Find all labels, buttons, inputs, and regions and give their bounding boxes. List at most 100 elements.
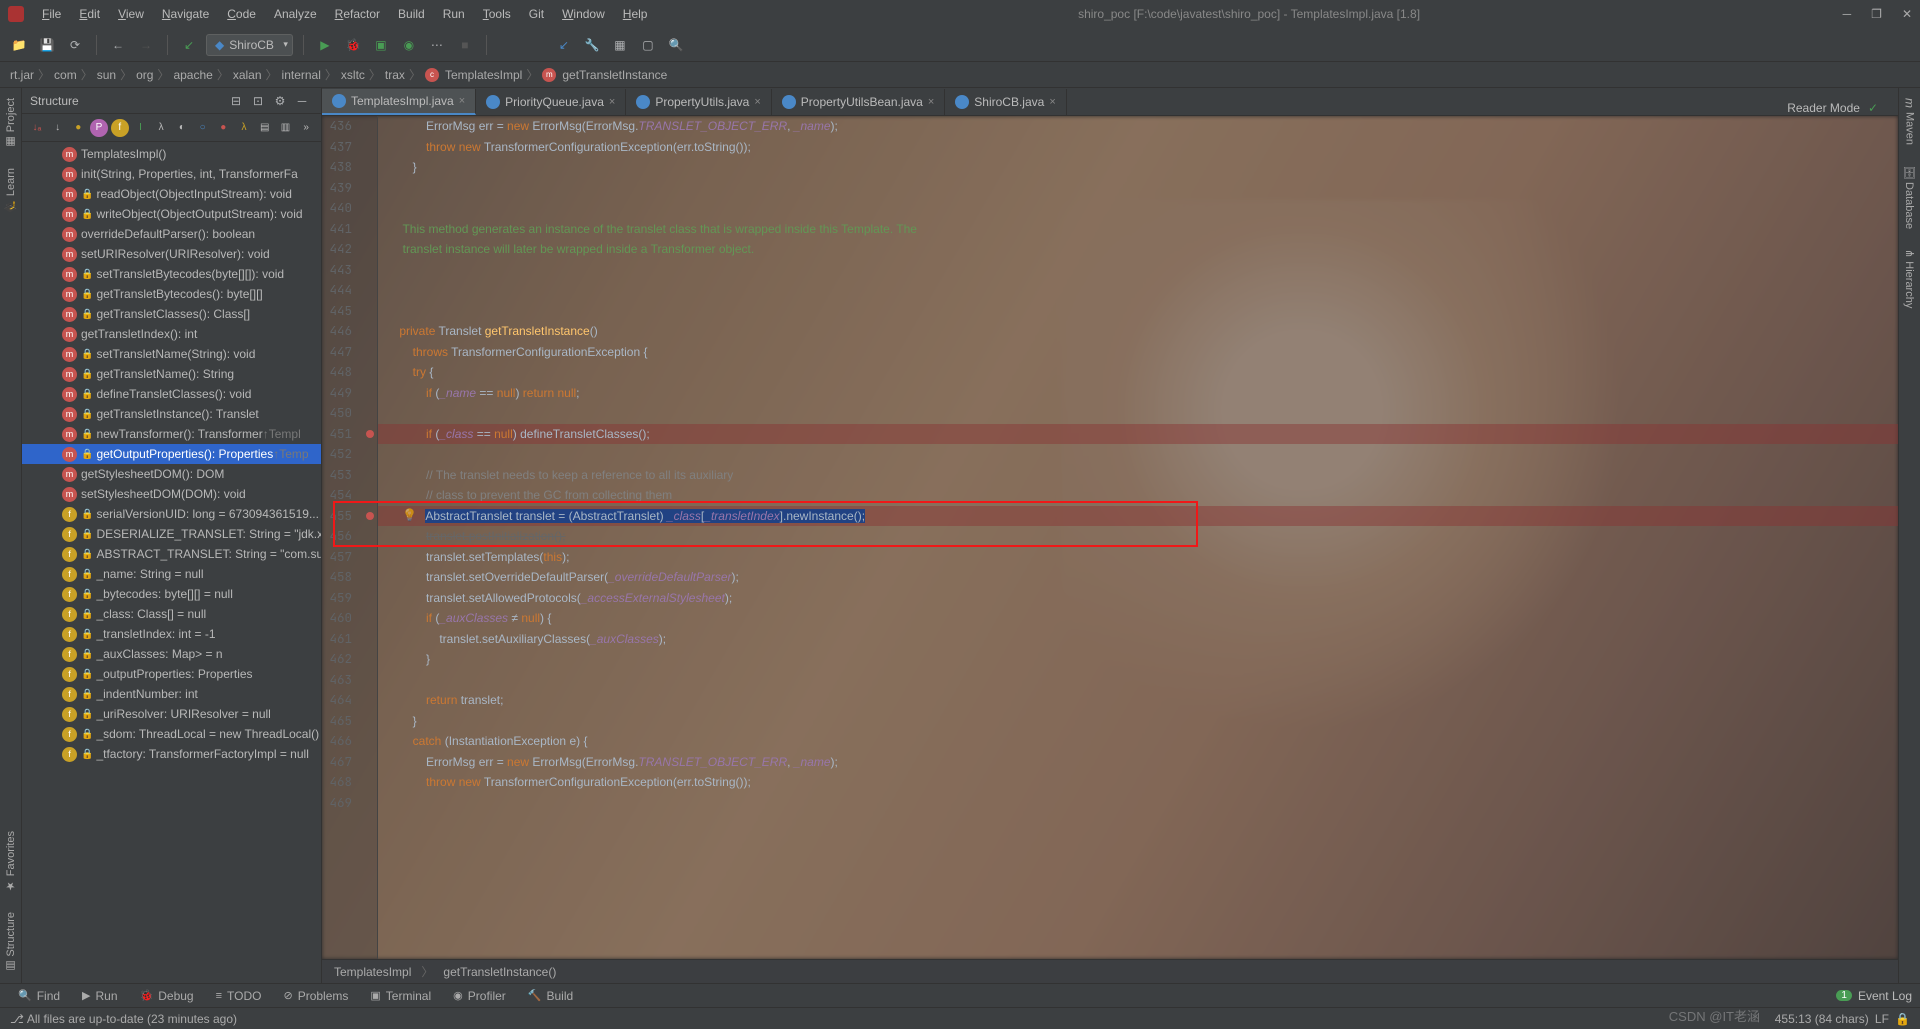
tree-item[interactable]: f🔒_name: String = null xyxy=(22,564,321,584)
close-icon[interactable]: ✕ xyxy=(1902,7,1912,21)
attach-icon[interactable]: ⋯ xyxy=(426,34,448,56)
menu-file[interactable]: File xyxy=(34,3,69,25)
crumb[interactable]: xsltc xyxy=(341,68,365,82)
tree-item[interactable]: f🔒_transletIndex: int = -1 xyxy=(22,624,321,644)
notif-badge[interactable]: 1 xyxy=(1836,990,1852,1001)
t2-icon[interactable]: ● xyxy=(214,119,232,137)
crumb[interactable]: rt.jar xyxy=(10,68,34,82)
crumb[interactable]: getTransletInstance xyxy=(562,68,667,82)
tree-item[interactable]: m🔒readObject(ObjectInputStream): void xyxy=(22,184,321,204)
bt-terminal[interactable]: ▣ Terminal xyxy=(360,985,441,1007)
bt-todo[interactable]: ≡ TODO xyxy=(206,985,272,1007)
menu-analyze[interactable]: Analyze xyxy=(266,3,325,25)
tree-item[interactable]: msetStylesheetDOM(DOM): void xyxy=(22,484,321,504)
menu-code[interactable]: Code xyxy=(219,3,264,25)
reader-mode-label[interactable]: Reader Mode xyxy=(1787,101,1860,115)
p-icon[interactable]: P xyxy=(90,119,108,137)
bt-find[interactable]: 🔍 Find xyxy=(8,985,70,1007)
tree-item[interactable]: m🔒newTransformer(): Transformer ↑Templ xyxy=(22,424,321,444)
tree-item[interactable]: m🔒setTransletBytecodes(byte[][]): void xyxy=(22,264,321,284)
menu-refactor[interactable]: Refactor xyxy=(327,3,388,25)
tree-item[interactable]: moverrideDefaultParser(): boolean xyxy=(22,224,321,244)
edge-tab-structure[interactable]: ▤ Structure xyxy=(0,902,21,983)
editor-tab[interactable]: PriorityQueue.java× xyxy=(476,89,626,115)
save-icon[interactable]: 💾 xyxy=(36,34,58,56)
anon-icon[interactable]: ◐ xyxy=(173,119,191,137)
tree-item[interactable]: m🔒getTransletName(): String xyxy=(22,364,321,384)
edge-tab-database[interactable]: 🗄 Database xyxy=(1899,155,1920,239)
stop-icon[interactable]: ■ xyxy=(454,34,476,56)
menu-help[interactable]: Help xyxy=(615,3,656,25)
tree-item[interactable]: mTemplatesImpl() xyxy=(22,144,321,164)
tree-item[interactable]: f🔒_sdom: ThreadLocal = new ThreadLocal() xyxy=(22,724,321,744)
tree-item[interactable]: mgetTransletIndex(): int xyxy=(22,324,321,344)
proj-struct-icon[interactable]: ▦ xyxy=(609,34,631,56)
tree-item[interactable]: f🔒_class: Class[] = null xyxy=(22,604,321,624)
menu-run[interactable]: Run xyxy=(435,3,473,25)
ed-crumb[interactable]: getTransletInstance() xyxy=(443,965,556,979)
t4-icon[interactable]: ▤ xyxy=(256,119,274,137)
more-icon[interactable]: » xyxy=(297,119,315,137)
bt-profiler[interactable]: ◉ Profiler xyxy=(443,985,516,1007)
menu-tools[interactable]: Tools xyxy=(475,3,519,25)
t1-icon[interactable]: ○ xyxy=(194,119,212,137)
editor-tab[interactable]: PropertyUtils.java× xyxy=(626,89,771,115)
crumb[interactable]: org xyxy=(136,68,153,82)
code-editor[interactable]: 4364374384394404414424434444454464474484… xyxy=(322,116,1898,959)
tree-item[interactable]: f🔒_auxClasses: Map> = n xyxy=(22,644,321,664)
tree-item[interactable]: m🔒writeObject(ObjectOutputStream): void xyxy=(22,204,321,224)
debug-icon[interactable]: 🐞 xyxy=(342,34,364,56)
search-all-icon[interactable]: ▢ xyxy=(637,34,659,56)
tree-item[interactable]: m🔒getTransletInstance(): Translet xyxy=(22,404,321,424)
cursor-pos[interactable]: 455:13 (84 chars) xyxy=(1775,1012,1869,1026)
tree-item[interactable]: mgetStylesheetDOM(): DOM xyxy=(22,464,321,484)
tree-item[interactable]: f🔒_outputProperties: Properties xyxy=(22,664,321,684)
back-icon[interactable]: ← xyxy=(107,34,129,56)
crumb[interactable]: sun xyxy=(97,68,116,82)
f-icon[interactable]: f xyxy=(111,119,129,137)
t5-icon[interactable]: ▥ xyxy=(277,119,295,137)
build-icon[interactable]: ↙ xyxy=(178,34,200,56)
maximize-icon[interactable]: ❐ xyxy=(1871,7,1882,21)
crumb[interactable]: apache xyxy=(173,68,212,82)
line-sep[interactable]: LF xyxy=(1875,1012,1889,1026)
run-config-select[interactable]: ◆ShiroCB xyxy=(206,34,293,56)
sort-icon[interactable]: ↓ₐ xyxy=(28,119,46,137)
menu-build[interactable]: Build xyxy=(390,3,433,25)
hide-icon[interactable]: ─ xyxy=(291,90,313,112)
structure-tree[interactable]: mTemplatesImpl()minit(String, Properties… xyxy=(22,142,321,983)
gear-icon[interactable]: ⚙ xyxy=(269,90,291,112)
edge-tab-learn[interactable]: 🎓 Learn xyxy=(0,158,21,223)
tree-item[interactable]: m🔒defineTransletClasses(): void xyxy=(22,384,321,404)
editor-tab[interactable]: PropertyUtilsBean.java× xyxy=(772,89,946,115)
menu-view[interactable]: View xyxy=(110,3,152,25)
i-icon[interactable]: I xyxy=(132,119,150,137)
crumb[interactable]: xalan xyxy=(233,68,262,82)
lock-status-icon[interactable]: 🔒 xyxy=(1895,1012,1910,1026)
lambda-icon[interactable]: λ xyxy=(152,119,170,137)
menu-edit[interactable]: Edit xyxy=(71,3,108,25)
crumb[interactable]: internal xyxy=(282,68,321,82)
tree-item[interactable]: m🔒getTransletBytecodes(): byte[][] xyxy=(22,284,321,304)
vcs-icon[interactable]: ⎇ xyxy=(10,1012,24,1026)
collapse-icon[interactable]: ⊟ xyxy=(225,90,247,112)
sync-icon[interactable]: ⟳ xyxy=(64,34,86,56)
event-log[interactable]: Event Log xyxy=(1858,989,1912,1003)
edge-tab-maven[interactable]: m Maven xyxy=(1899,88,1920,155)
tree-item[interactable]: msetURIResolver(URIResolver): void xyxy=(22,244,321,264)
t3-icon[interactable]: λ xyxy=(235,119,253,137)
bt-problems[interactable]: ⊘ Problems xyxy=(273,985,358,1007)
crumb[interactable]: com xyxy=(54,68,77,82)
tree-item[interactable]: minit(String, Properties, int, Transform… xyxy=(22,164,321,184)
edge-tab-hierarchy[interactable]: ⋔ Hierarchy xyxy=(1899,239,1920,318)
expand-icon[interactable]: ⊡ xyxy=(247,90,269,112)
open-icon[interactable]: 📁 xyxy=(8,34,30,56)
minimize-icon[interactable]: ─ xyxy=(1843,7,1852,21)
ed-crumb[interactable]: TemplatesImpl xyxy=(334,965,411,979)
menu-git[interactable]: Git xyxy=(521,3,552,25)
menu-navigate[interactable]: Navigate xyxy=(154,3,217,25)
edge-tab-project[interactable]: ▦ Project xyxy=(0,88,21,158)
tree-item[interactable]: f🔒serialVersionUID: long = 673094361519.… xyxy=(22,504,321,524)
crumb[interactable]: TemplatesImpl xyxy=(445,68,522,82)
edge-tab-favorites[interactable]: ★ Favorites xyxy=(0,821,21,902)
